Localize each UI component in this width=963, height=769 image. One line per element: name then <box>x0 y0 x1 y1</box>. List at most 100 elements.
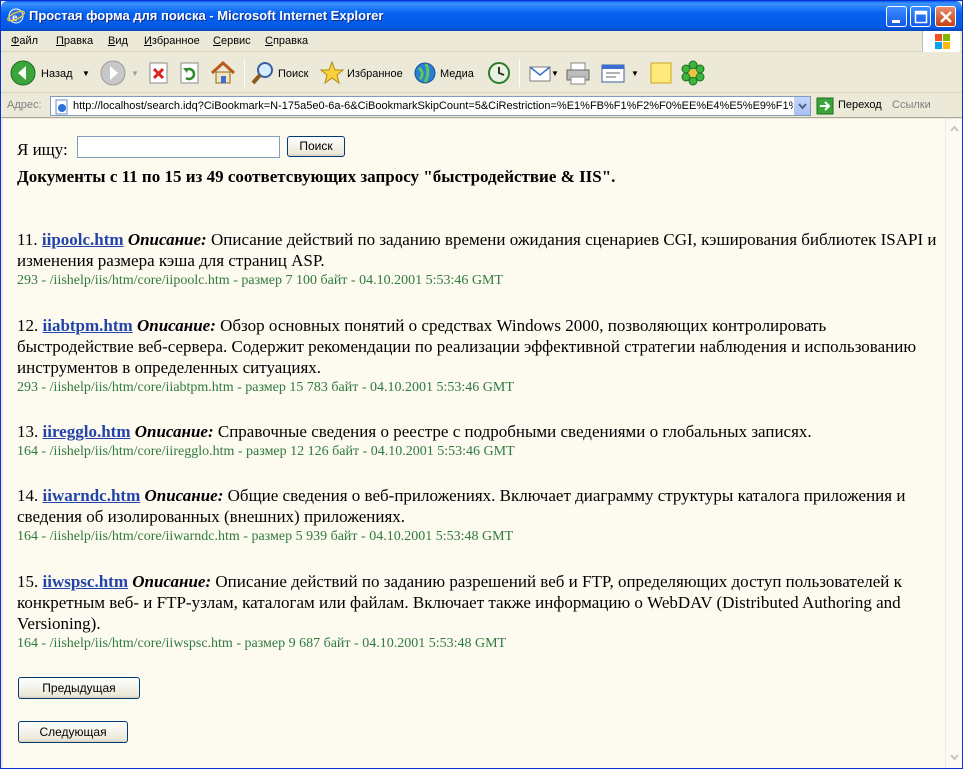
mail-icon <box>529 66 551 82</box>
address-field[interactable]: http://localhost/search.idq?CiBookmark=N… <box>50 96 811 116</box>
menu-file[interactable]: Файл <box>11 35 38 47</box>
toolbar-separator <box>519 59 520 87</box>
media-icon <box>414 62 436 84</box>
next-page-button[interactable]: Следующая <box>18 721 128 743</box>
address-dropdown-button[interactable] <box>793 97 810 115</box>
close-icon <box>940 11 952 23</box>
search-submit-button[interactable]: Поиск <box>287 136 345 157</box>
edit-button[interactable]: ▼ <box>599 59 641 87</box>
history-button[interactable] <box>485 59 513 87</box>
standard-toolbar: Назад ▼ ▼ Поиск Избранное Медиа ▼ ▼ <box>1 53 962 93</box>
menu-bar: Файл Правка Вид Избранное Сервис Справка <box>1 31 962 52</box>
result-item: 13. iiregglo.htm Описание: Справочные св… <box>17 421 937 462</box>
result-meta: 164 - /iishelp/iis/htm/core/iiwspsc.htm … <box>17 636 507 651</box>
forward-icon <box>100 60 126 86</box>
refresh-button[interactable] <box>178 59 202 87</box>
address-url: http://localhost/search.idq?CiBookmark=N… <box>73 100 806 112</box>
vertical-scrollbar[interactable] <box>945 119 962 768</box>
forward-button[interactable]: ▼ <box>99 59 139 87</box>
history-icon <box>488 62 510 84</box>
result-item: 12. iiabtpm.htm Описание: Обзор основных… <box>17 315 937 398</box>
title-bar: e Простая форма для поиска - Microsoft I… <box>1 1 962 31</box>
result-number: 11. <box>17 230 38 249</box>
scroll-up-icon[interactable] <box>947 121 962 136</box>
messenger-button[interactable] <box>679 59 707 87</box>
menu-edit[interactable]: Правка <box>56 35 93 47</box>
result-link[interactable]: iiwarndc.htm <box>43 486 141 505</box>
menu-help[interactable]: Справка <box>265 35 308 47</box>
stop-icon <box>149 62 168 84</box>
previous-page-button[interactable]: Предыдущая <box>18 677 140 699</box>
windows-logo <box>922 31 960 52</box>
scroll-down-icon[interactable] <box>947 749 962 764</box>
result-link[interactable]: iipoolc.htm <box>42 230 124 249</box>
menu-view[interactable]: Вид <box>108 35 128 47</box>
back-button[interactable]: Назад ▼ <box>9 59 93 87</box>
result-number: 15. <box>17 572 39 591</box>
toolbar-separator <box>244 59 245 87</box>
go-icon <box>816 97 834 115</box>
result-link[interactable]: iiabtpm.htm <box>43 316 133 335</box>
note-icon <box>650 62 672 84</box>
result-link[interactable]: iiregglo.htm <box>43 422 131 441</box>
print-icon <box>566 62 590 85</box>
menu-favorites[interactable]: Избранное <box>144 35 200 47</box>
description-label: Описание: <box>144 486 224 505</box>
result-item: 11. iipoolc.htm Описание: Описание дейст… <box>17 229 937 291</box>
results-summary: Документы с 11 по 15 из 49 соответсвующи… <box>17 167 616 186</box>
browser-window: e Простая форма для поиска - Microsoft I… <box>0 0 963 769</box>
result-meta: 164 - /iishelp/iis/htm/core/iiregglo.htm… <box>17 444 515 459</box>
favorites-button[interactable]: Избранное <box>319 59 405 87</box>
note-button[interactable] <box>648 59 674 87</box>
go-label: Переход <box>838 99 882 111</box>
chevron-down-icon <box>798 103 807 110</box>
back-icon <box>10 60 36 86</box>
result-number: 14. <box>17 486 39 505</box>
edit-dropdown-icon[interactable]: ▼ <box>631 69 639 78</box>
maximize-icon <box>914 10 928 24</box>
description-label: Описание: <box>136 316 216 335</box>
go-button[interactable]: Переход <box>816 97 882 115</box>
result-meta: 293 - /iishelp/iis/htm/core/iipoolc.htm … <box>17 273 503 288</box>
description-label: Описание: <box>132 572 212 591</box>
result-meta: 293 - /iishelp/iis/htm/core/iiabtpm.htm … <box>17 380 514 395</box>
print-button[interactable] <box>564 59 592 87</box>
maximize-button[interactable] <box>910 6 931 27</box>
search-input[interactable] <box>77 136 280 158</box>
result-item: 15. iiwspsc.htm Описание: Описание дейст… <box>17 571 937 654</box>
favorites-label: Избранное <box>347 68 403 80</box>
back-dropdown-icon[interactable]: ▼ <box>82 69 90 78</box>
result-link[interactable]: iiwspsc.htm <box>43 572 128 591</box>
home-button[interactable] <box>209 59 237 87</box>
edit-icon <box>601 64 625 83</box>
search-label: Поиск <box>278 68 309 80</box>
minimize-button[interactable] <box>886 6 907 27</box>
search-label: Я ищу: <box>17 140 68 159</box>
result-item: 14. iiwarndc.htm Описание: Общие сведени… <box>17 485 937 547</box>
search-button[interactable]: Поиск <box>250 59 312 87</box>
menu-tools[interactable]: Сервис <box>213 35 251 47</box>
forward-dropdown-icon[interactable]: ▼ <box>131 69 139 78</box>
close-button[interactable] <box>935 6 956 27</box>
result-description: Справочные сведения о реестре с подробны… <box>217 422 812 441</box>
windows-logo-icon <box>935 34 950 49</box>
links-label[interactable]: Ссылки <box>892 99 931 111</box>
ie-icon: e <box>7 8 25 24</box>
media-label: Медиа <box>440 68 474 80</box>
mail-button[interactable]: ▼ <box>527 59 559 87</box>
home-icon <box>210 60 236 84</box>
messenger-icon <box>681 60 705 86</box>
search-icon <box>251 62 273 85</box>
stop-button[interactable] <box>147 59 171 87</box>
description-label: Описание: <box>127 230 207 249</box>
media-button[interactable]: Медиа <box>412 59 476 87</box>
result-number: 12. <box>17 316 39 335</box>
result-meta: 164 - /iishelp/iis/htm/core/iiwarndc.htm… <box>17 529 514 544</box>
mail-dropdown-icon[interactable]: ▼ <box>551 69 559 78</box>
result-number: 13. <box>17 422 39 441</box>
minimize-icon <box>892 20 900 23</box>
favorites-icon <box>319 60 345 85</box>
description-label: Описание: <box>134 422 214 441</box>
page-viewport: Я ищу: Поиск Документы с 11 по 15 из 49 … <box>3 119 945 768</box>
window-title: Простая форма для поиска - Microsoft Int… <box>29 8 384 23</box>
